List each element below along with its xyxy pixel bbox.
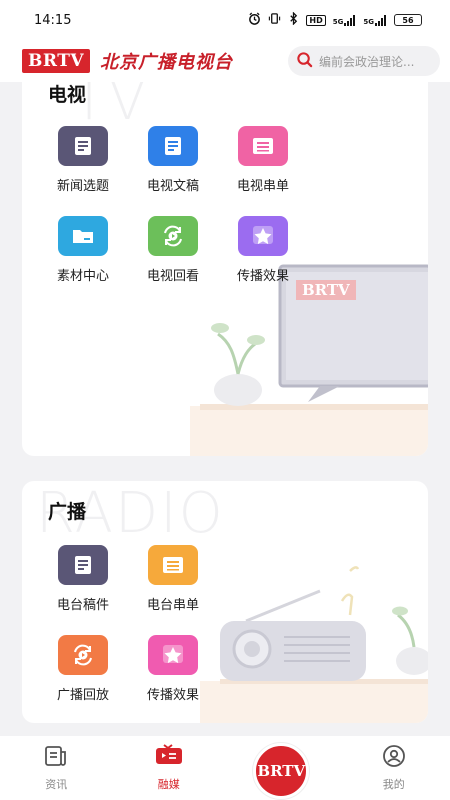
hd-icon: HD <box>306 14 326 26</box>
tv-item-broadcast-effect[interactable]: 传播效果 <box>218 216 308 284</box>
alarm-icon <box>248 12 261 28</box>
radio-section-title: 广播 <box>48 501 87 523</box>
item-label: 电台串单 <box>146 598 199 613</box>
status-bar: 14:15 HD 5G 5G 56 <box>0 0 450 40</box>
radio-item-broadcast-replay[interactable]: 广播回放 <box>38 635 128 703</box>
tv-illustration: BRTV <box>190 262 428 456</box>
list-icon <box>238 126 288 166</box>
status-time: 14:15 <box>34 12 72 28</box>
item-label: 电台稿件 <box>56 598 109 613</box>
station-name: 北京广播电视台 <box>100 52 234 73</box>
nav-label: 我的 <box>382 778 405 791</box>
brtv-logo-icon: BRTV <box>253 743 310 799</box>
tv-item-tv-manuscript[interactable]: 电视文稿 <box>128 126 218 194</box>
radio-function-grid: 电台稿件 电台串单 广播回放 传播效果 <box>38 545 308 703</box>
item-label: 素材中心 <box>56 269 109 284</box>
bluetooth-icon <box>288 11 299 28</box>
vibrate-icon <box>268 12 281 28</box>
grid-spacer <box>218 545 308 613</box>
search-icon <box>296 51 313 72</box>
nav-item-news[interactable]: 资讯 <box>16 744 96 792</box>
search-placeholder: 编前会政治理论... <box>319 54 415 69</box>
star-icon <box>238 216 288 256</box>
list-icon <box>148 545 198 585</box>
app-header: BRTV 北京广播电视台 编前会政治理论... <box>0 40 450 82</box>
news-icon <box>43 744 69 772</box>
battery-icon: 56 <box>394 14 422 26</box>
profile-icon <box>381 744 407 772</box>
star-icon <box>148 635 198 675</box>
radio-item-broadcast-effect[interactable]: 传播效果 <box>128 635 218 703</box>
nav-item-media[interactable]: 融媒 <box>129 744 209 792</box>
nav-item-profile[interactable]: 我的 <box>354 744 434 792</box>
item-label: 新闻选题 <box>56 179 109 194</box>
item-label: 广播回放 <box>56 688 109 703</box>
nav-label: 资讯 <box>45 778 68 791</box>
tv-function-grid: 新闻选题 电视文稿 电视串单 素材中心 电视回看 传播效果 <box>38 126 308 284</box>
document-icon <box>58 545 108 585</box>
replay-icon <box>148 216 198 256</box>
tv-item-news-topic[interactable]: 新闻选题 <box>38 126 128 194</box>
tv-section-card: TV 电视 BRTV 新闻选题 电视文稿 电视串单 素材中心 电视回看 传播效果 <box>22 82 428 456</box>
status-icons: HD 5G 5G 56 <box>248 11 422 28</box>
item-label: 电视文稿 <box>146 179 199 194</box>
tv-item-tv-rundown[interactable]: 电视串单 <box>218 126 308 194</box>
replay-icon <box>58 635 108 675</box>
signal-5g-icon: 5G <box>363 14 387 26</box>
nav-item-brtv-home[interactable]: BRTV <box>241 743 321 799</box>
nav-label: 融媒 <box>157 778 180 791</box>
radio-item-station-rundown[interactable]: 电台串单 <box>128 545 218 613</box>
item-label: 电视回看 <box>146 269 199 284</box>
radio-section-card: RADIO 广播 电台稿件 电台串单 广播回放 传播效果 <box>22 481 428 723</box>
tv-item-tv-replay[interactable]: 电视回看 <box>128 216 218 284</box>
signal-5g-icon: 5G <box>333 14 357 26</box>
media-icon <box>154 744 184 772</box>
folder-icon <box>58 216 108 256</box>
tv-section-title: 电视 <box>48 84 87 106</box>
item-label: 传播效果 <box>236 269 289 284</box>
item-label: 电视串单 <box>236 179 289 194</box>
tv-item-material-center[interactable]: 素材中心 <box>38 216 128 284</box>
search-input[interactable]: 编前会政治理论... <box>288 46 440 76</box>
brtv-logo: BRTV <box>22 49 91 73</box>
document-icon <box>58 126 108 166</box>
bottom-nav: 资讯 融媒 BRTV 我的 <box>0 736 450 800</box>
item-label: 传播效果 <box>146 688 199 703</box>
document-icon <box>148 126 198 166</box>
radio-item-station-manuscript[interactable]: 电台稿件 <box>38 545 128 613</box>
